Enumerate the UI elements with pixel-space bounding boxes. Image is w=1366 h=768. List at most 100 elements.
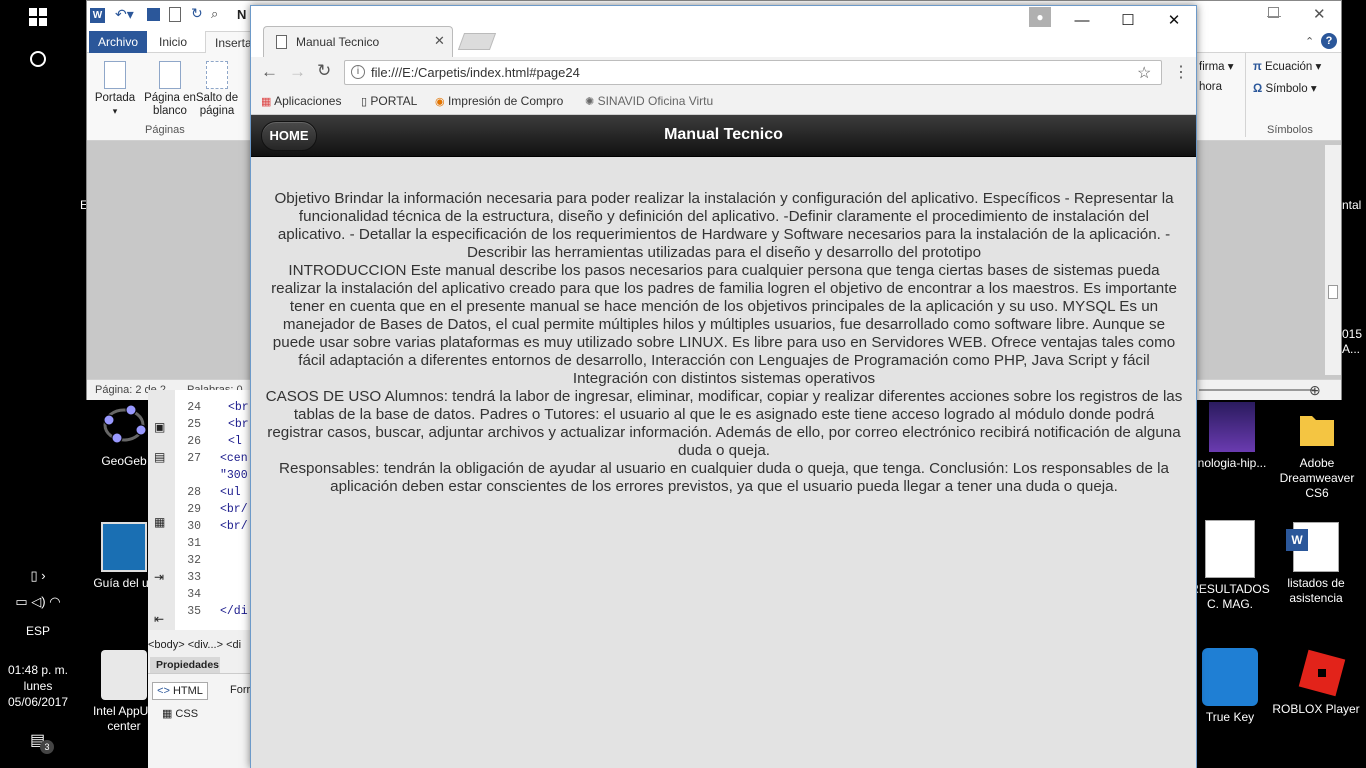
network-volume-icons[interactable]: ▭ ◁) ◠ [0, 594, 76, 610]
maximize-icon[interactable]: ☐ [1105, 6, 1151, 36]
maximize-icon[interactable] [1268, 7, 1279, 18]
battery-icon[interactable]: ▯ › [0, 568, 76, 584]
desktop-icon-dreamweaver[interactable]: Adobe Dreamweaver CS6 [1268, 402, 1366, 501]
code-line: <br [228, 401, 249, 414]
firma-button[interactable]: firma ▾ [1199, 59, 1234, 73]
ecuacion-label: Ecuación ▾ [1265, 61, 1322, 73]
desktop-partial-label: ntal [1342, 198, 1362, 212]
cortana-circle-icon[interactable] [0, 50, 76, 74]
desktop-icon-label: Adobe Dreamweaver CS6 [1279, 456, 1355, 500]
desktop-icon-true-key[interactable]: True Key [1190, 648, 1270, 725]
chrome-menu-icon[interactable]: ⋮ [1173, 62, 1189, 82]
html-mode-button[interactable]: <> HTML [152, 682, 208, 700]
profile-icon[interactable]: ● [1029, 7, 1051, 27]
clock-time: 01:48 p. m. [7, 663, 69, 677]
ecuacion-button[interactable]: π Ecuación ▾ [1253, 59, 1321, 73]
undo-icon[interactable]: ↶▾ [115, 6, 134, 23]
code-line: <cen [220, 452, 248, 465]
desktop-icon-resultados[interactable]: RESULTADOS C. MAG. [1190, 520, 1270, 612]
properties-panel-title[interactable]: Propiedades [150, 657, 220, 673]
pagina-en-blanco-button[interactable]: Página en blanco [140, 61, 200, 118]
page-title: Manual Tecnico [664, 126, 783, 143]
line-number: 24 [187, 401, 201, 414]
properties-panel: <> HTML ▦ CSS Forr [148, 673, 258, 768]
group-simbolos-label: Símbolos [1267, 124, 1313, 136]
desktop-icon-tecnologia[interactable]: nologia-hip... [1196, 402, 1268, 471]
browser-tab-active[interactable]: Manual Tecnico ✕ [263, 26, 453, 58]
tab-inicio[interactable]: Inicio [150, 31, 196, 53]
print-preview-icon[interactable]: ⌕ [211, 6, 218, 22]
format-icon[interactable]: ▦ [154, 515, 165, 529]
line-number: 31 [187, 537, 201, 550]
desktop-icon-label: listados de asistencia [1287, 576, 1345, 605]
chrome-window[interactable]: Manual Tecnico ✕ ● — ☐ ✕ ← → ↻ i file://… [250, 5, 1197, 768]
css-icon: ▦ [161, 708, 173, 720]
css-label: CSS [175, 708, 199, 720]
close-icon[interactable]: ✕ [1313, 5, 1326, 23]
code-line: <br/ [220, 503, 248, 516]
outdent-icon[interactable]: ⇤ [154, 612, 164, 626]
help-icon[interactable]: ? [1321, 33, 1337, 49]
globe-icon: ◉ [435, 96, 445, 108]
scroll-thumb[interactable] [1328, 285, 1338, 299]
page-icon: ▯ [361, 96, 368, 108]
word-scrollbar[interactable] [1325, 145, 1341, 375]
collapse-tag-icon[interactable]: ▣ [154, 420, 165, 434]
bookmark-label: Impresión de Compro [447, 94, 564, 108]
info-icon[interactable]: i [351, 65, 365, 79]
save-icon[interactable] [147, 8, 160, 21]
code-line: <br [228, 418, 249, 431]
desktop-icon-roblox[interactable]: ROBLOX Player [1270, 648, 1362, 717]
back-icon[interactable]: ← [261, 62, 278, 82]
bookmark-aplicaciones[interactable]: ▦ Aplicaciones [261, 94, 341, 108]
geogebra-icon [101, 400, 147, 450]
zoom-slider[interactable] [1199, 389, 1315, 391]
code-line: <l [228, 435, 242, 448]
zoom-in-icon[interactable]: ⊕ [1309, 380, 1321, 401]
simbolo-button[interactable]: Ω Símbolo ▾ [1253, 81, 1317, 95]
notification-count: 3 [40, 740, 54, 754]
refresh-icon[interactable]: ↻ [191, 5, 203, 22]
bookmark-portal[interactable]: ▯ PORTAL [361, 94, 417, 108]
comment-icon[interactable]: ▤ [154, 450, 165, 464]
close-window-icon[interactable]: ✕ [1151, 6, 1197, 36]
bookmark-star-icon[interactable]: ☆ [1137, 63, 1151, 83]
windows-start-icon[interactable] [0, 8, 76, 32]
home-button[interactable]: HOME [261, 121, 317, 151]
tag-selector[interactable]: <body> <div...> <di [148, 636, 258, 654]
portada-button[interactable]: Portada ▾ [90, 61, 140, 118]
pi-icon: π [1253, 61, 1262, 73]
hora-button[interactable]: hora [1199, 81, 1222, 93]
bookmarks-bar: ▦ Aplicaciones ▯ PORTAL ◉ Impresión de C… [251, 89, 1196, 115]
close-tab-icon[interactable]: ✕ [434, 33, 445, 49]
dreamweaver-window[interactable]: ▣ ▤ ▦ ⇥ ⇤ 24 <br 25 <br 26 <l 27 <cen "300 … [148, 390, 258, 768]
bookmark-sinavid[interactable]: ✺ SINAVID Oficina Virtu [585, 94, 713, 108]
indent-icon[interactable]: ⇥ [154, 570, 164, 584]
notification-center-icon[interactable]: ▤ 3 [30, 730, 54, 754]
tab-archivo[interactable]: Archivo [89, 31, 148, 53]
reload-icon[interactable]: ↻ [317, 61, 331, 81]
salto-de-pagina-button[interactable]: Salto de página [192, 61, 242, 118]
line-number: 32 [187, 554, 201, 567]
line-number: 33 [187, 571, 201, 584]
language-indicator[interactable]: ESP [0, 624, 76, 638]
new-tab-button[interactable] [457, 33, 497, 50]
forward-icon[interactable]: → [289, 62, 306, 82]
minimize-icon[interactable]: — [1059, 6, 1105, 36]
desktop-icon-listados[interactable]: W listados de asistencia [1270, 522, 1362, 606]
bookmark-label: SINAVID Oficina Virtu [597, 94, 714, 108]
desktop-partial-label: 015 [1342, 327, 1363, 341]
bold-icon[interactable]: N [237, 7, 246, 22]
bookmark-impresion[interactable]: ◉ Impresión de Compro [435, 94, 563, 108]
clock[interactable]: 01:48 p. m. lunes 05/06/2017 [0, 662, 76, 710]
chrome-toolbar: ← → ↻ i file:///E:/Carpetis/index.html#p… [251, 57, 1196, 89]
css-mode-button[interactable]: ▦ CSS [152, 706, 208, 724]
code-view[interactable]: 24 <br 25 <br 26 <l 27 <cen "300 28 <ul 29 <b… [175, 390, 258, 630]
line-number: 25 [187, 418, 201, 431]
address-bar[interactable]: i file:///E:/Carpetis/index.html#page24 … [344, 60, 1162, 85]
line-number: 30 [187, 520, 201, 533]
new-document-icon[interactable] [169, 7, 181, 22]
lenovo-guide-icon [101, 522, 147, 572]
simbolo-label: Símbolo ▾ [1265, 83, 1317, 95]
collapse-ribbon-icon[interactable]: ⌃ [1305, 35, 1314, 48]
